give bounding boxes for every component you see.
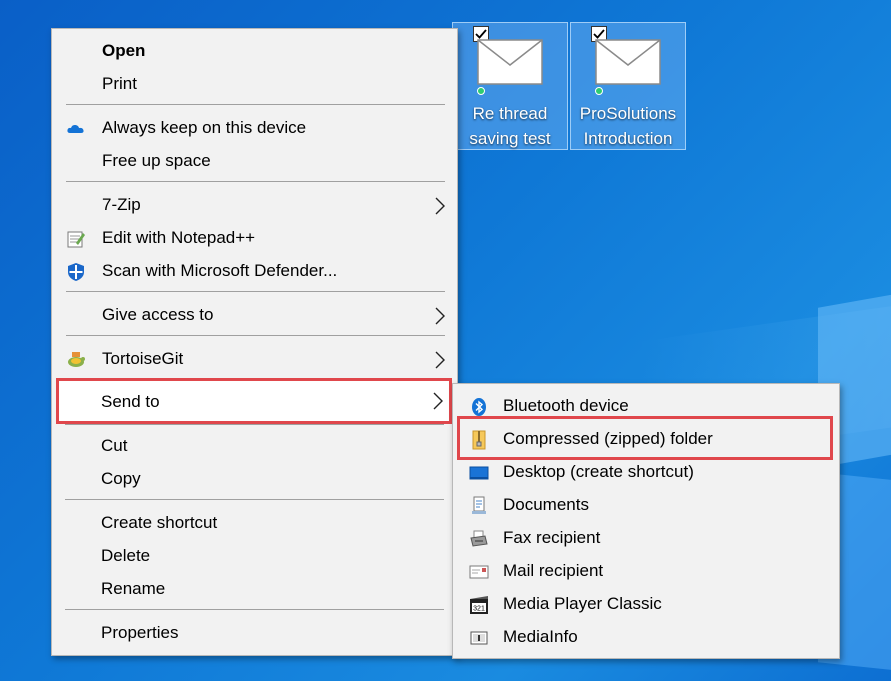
desktop-icon-label: Re thread saving test [469,104,551,148]
submenu-item-fax-recipient[interactable]: Fax recipient [453,521,839,554]
compressed-folder-highlight [457,416,833,460]
menu-item-edit-notepad[interactable]: Edit with Notepad++ [52,222,457,255]
sync-status-icon [477,87,485,95]
onedrive-cloud-icon [67,124,84,133]
chevron-right-icon [433,392,443,410]
email-envelope-icon [595,39,661,85]
menu-separator [66,335,445,336]
desktop-icon-re-thread[interactable]: Re thread saving test [452,22,568,150]
menu-item-give-access[interactable]: Give access to [52,299,457,332]
chevron-right-icon [435,307,445,325]
chevron-right-icon [435,351,445,369]
tortoisegit-icon [68,352,85,367]
submenu-item-media-player-classic[interactable]: 321 Media Player Classic [453,587,839,620]
desktop-icon-label: ProSolutions Introduction [579,104,677,148]
submenu-item-documents[interactable]: Documents [453,488,839,521]
svg-text:321: 321 [473,606,485,613]
email-envelope-icon [477,39,543,85]
menu-item-free-up-space[interactable]: Free up space [52,145,457,178]
chevron-right-icon [435,197,445,215]
notepad-plus-plus-icon [67,231,85,248]
media-player-classic-icon: 321 [470,596,488,614]
menu-item-scan-defender[interactable]: Scan with Microsoft Defender... [52,255,457,288]
desktop-icon-prosolutions[interactable]: ProSolutions Introduction [570,22,686,150]
desktop-monitor-icon [469,466,489,480]
menu-separator [66,181,445,182]
defender-shield-icon [68,263,84,281]
submenu-item-mail-recipient[interactable]: Mail recipient [453,554,839,587]
bluetooth-icon [472,398,486,416]
menu-item-send-to[interactable]: Send to [56,378,452,424]
sync-status-icon [595,87,603,95]
menu-separator [66,104,445,105]
context-menu: Open Print Always keep on this device Fr… [51,28,458,656]
mediainfo-icon [470,631,488,645]
menu-item-tortoisegit[interactable]: TortoiseGit [52,343,457,376]
menu-item-always-keep[interactable]: Always keep on this device [52,112,457,145]
submenu-item-mediainfo[interactable]: MediaInfo [453,620,839,653]
menu-item-print[interactable]: Print [52,68,457,101]
fax-icon [470,530,488,547]
menu-separator [66,291,445,292]
menu-item-open[interactable]: Open [52,35,457,68]
documents-icon [472,496,486,514]
mail-envelope-icon [469,565,489,579]
menu-item-7zip[interactable]: 7-Zip [52,189,457,222]
